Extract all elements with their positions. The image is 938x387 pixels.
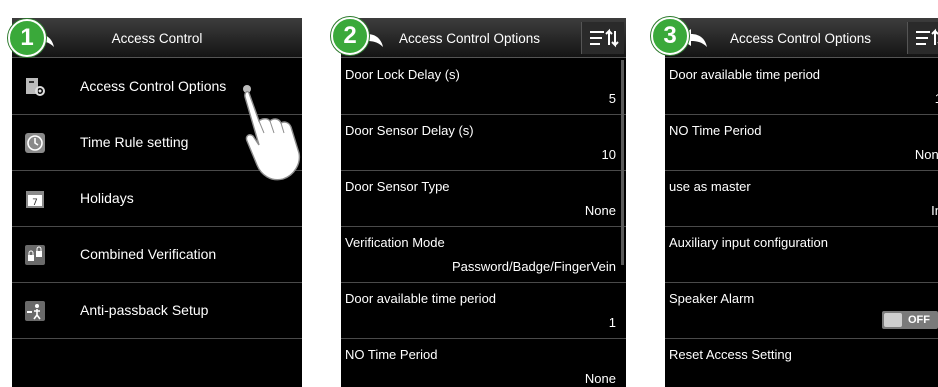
option-value: None (584, 371, 616, 386)
menu-item-label: Holidays (80, 190, 134, 206)
option-verification-mode[interactable]: Verification Mode Password/Badge/FingerV… (341, 227, 626, 283)
access-control-screen: Access Control Access Control Options Ti… (12, 18, 302, 387)
option-use-as-master[interactable]: use as master In (665, 171, 938, 227)
option-label: Door Lock Delay (s) (345, 67, 460, 82)
speaker-alarm-toggle[interactable]: OFF (882, 311, 938, 329)
option-value: None (914, 147, 938, 162)
option-door-lock-delay[interactable]: Door Lock Delay (s) 5 (341, 59, 626, 115)
option-door-sensor-type[interactable]: Door Sensor Type None (341, 171, 626, 227)
access-control-options-screen: Access Control Options Door Lock Delay (… (341, 18, 626, 387)
page-title: Access Control Options (730, 31, 872, 46)
title-bar: Access Control Options (341, 18, 626, 58)
page-title: Access Control (111, 31, 203, 46)
option-label: Auxiliary input configuration (669, 235, 828, 250)
sort-icon (916, 28, 938, 45)
svg-text:7: 7 (32, 198, 38, 208)
option-door-available-time-period[interactable]: Door available time period 1 (665, 59, 938, 115)
clock-icon (25, 133, 45, 153)
toggle-state: OFF (908, 314, 930, 326)
calendar-icon: 7 (26, 191, 44, 208)
option-label: Reset Access Setting (669, 347, 792, 362)
option-label: Verification Mode (345, 235, 445, 250)
menu-item-label: Access Control Options (80, 78, 227, 94)
option-label: Door available time period (669, 67, 821, 82)
step-badge: 1 (8, 19, 46, 57)
menu-item-label: Time Rule setting (80, 134, 189, 150)
option-label: Door Sensor Type (345, 179, 450, 194)
option-value: 10 (601, 147, 616, 162)
menu-item-anti-passback-setup[interactable]: Anti-passback Setup (12, 283, 302, 339)
option-value: None (584, 203, 616, 218)
option-door-sensor-delay[interactable]: Door Sensor Delay (s) 10 (341, 115, 626, 171)
anti-passback-icon (25, 301, 45, 321)
step-badge: 3 (651, 17, 689, 55)
option-value: In (931, 203, 938, 218)
step-badge: 2 (331, 17, 369, 55)
option-value: Password/Badge/FingerVein (451, 259, 616, 274)
page-title: Access Control Options (399, 31, 541, 46)
option-speaker-alarm[interactable]: Speaker Alarm OFF (665, 283, 938, 339)
menu-item-label: Combined Verification (80, 246, 217, 262)
option-value: 1 (608, 315, 616, 330)
tap-hand-icon (243, 85, 301, 181)
menu-item-label: Anti-passback Setup (80, 302, 209, 318)
scrollbar[interactable] (621, 60, 624, 265)
option-label: Door available time period (345, 291, 497, 306)
sort-icon (590, 28, 619, 48)
option-value: 5 (608, 91, 616, 106)
access-options-icon (26, 78, 45, 96)
option-label: Door Sensor Delay (s) (345, 123, 474, 138)
sort-button[interactable] (581, 22, 624, 54)
option-label: use as master (669, 179, 751, 194)
option-door-available-time-period[interactable]: Door available time period 1 (341, 283, 626, 339)
menu-item-combined-verification[interactable]: Combined Verification (12, 227, 302, 283)
access-control-options-screen-scrolled: Access Control Options Door available ti… (665, 18, 938, 387)
option-label: NO Time Period (669, 123, 762, 138)
option-auxiliary-input-configuration[interactable]: Auxiliary input configuration (665, 227, 938, 283)
option-no-time-period[interactable]: NO Time Period None (341, 339, 626, 387)
lock-group-icon (25, 245, 45, 265)
title-bar: Access Control (12, 18, 302, 58)
sort-button[interactable] (907, 22, 938, 54)
toggle-knob (884, 313, 902, 327)
title-bar: Access Control Options (665, 18, 938, 58)
option-reset-access-setting[interactable]: Reset Access Setting (665, 339, 938, 387)
option-no-time-period[interactable]: NO Time Period None (665, 115, 938, 171)
option-label: Speaker Alarm (669, 291, 755, 306)
option-label: NO Time Period (345, 347, 438, 362)
